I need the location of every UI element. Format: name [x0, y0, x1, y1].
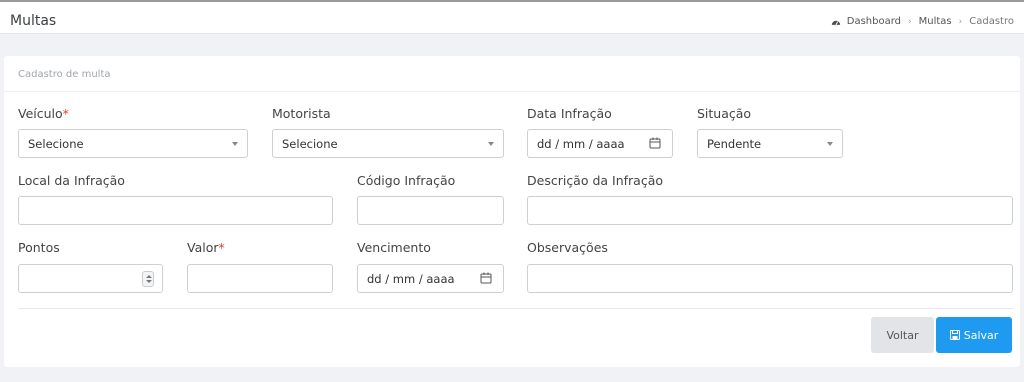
- valor-label: Valor*: [187, 240, 225, 255]
- calendar-icon[interactable]: [480, 272, 492, 284]
- page-title: Multas: [10, 13, 57, 29]
- caret-down-icon: [232, 142, 238, 146]
- descricao-infracao-input[interactable]: [527, 196, 1013, 225]
- vencimento-label: Vencimento: [357, 240, 431, 255]
- card-title: Cadastro de multa: [18, 69, 111, 80]
- breadcrumb: Dashboard › Multas › Cadastro: [831, 16, 1014, 27]
- form-card: Cadastro de multa Veículo* Selecione Mot…: [4, 56, 1020, 367]
- vencimento-placeholder: dd / mm / aaaa: [367, 272, 455, 286]
- data-infracao-input[interactable]: dd / mm / aaaa: [527, 129, 673, 158]
- vencimento-input[interactable]: dd / mm / aaaa: [357, 264, 504, 293]
- caret-down-icon: [488, 142, 494, 146]
- breadcrumb-separator: ›: [908, 16, 912, 27]
- salvar-button[interactable]: Salvar: [936, 317, 1012, 353]
- veiculo-select[interactable]: Selecione: [18, 129, 248, 158]
- breadcrumb-multas[interactable]: Multas: [919, 16, 952, 27]
- motorista-label: Motorista: [272, 106, 331, 121]
- card-header: Cadastro de multa: [4, 56, 1020, 92]
- data-infracao-placeholder: dd / mm / aaaa: [537, 137, 625, 151]
- number-spinner[interactable]: [142, 271, 154, 287]
- observacoes-label: Observações: [527, 240, 608, 255]
- caret-down-icon: [827, 142, 833, 146]
- calendar-icon[interactable]: [649, 137, 661, 149]
- motorista-select-value: Selecione: [282, 137, 338, 151]
- floppy-disk-icon: [949, 330, 960, 340]
- pontos-label: Pontos: [18, 240, 60, 255]
- local-infracao-label: Local da Infração: [18, 173, 125, 188]
- valor-input[interactable]: [187, 264, 333, 293]
- dashboard-icon: [831, 20, 840, 25]
- pontos-input[interactable]: [18, 264, 163, 293]
- observacoes-input[interactable]: [527, 264, 1013, 293]
- top-bar: Multas Dashboard › Multas › Cadastro: [0, 0, 1024, 34]
- data-infracao-label: Data Infração: [527, 106, 612, 121]
- veiculo-label: Veículo*: [18, 106, 69, 121]
- situacao-label: Situação: [697, 106, 752, 121]
- descricao-infracao-label: Descrição da Infração: [527, 173, 664, 188]
- situacao-select[interactable]: Pendente: [697, 129, 843, 158]
- breadcrumb-dashboard[interactable]: Dashboard: [847, 16, 901, 27]
- breadcrumb-cadastro: Cadastro: [969, 16, 1014, 27]
- motorista-select[interactable]: Selecione: [272, 129, 504, 158]
- codigo-infracao-input[interactable]: [357, 196, 504, 225]
- situacao-select-value: Pendente: [707, 137, 762, 151]
- veiculo-select-value: Selecione: [28, 137, 84, 151]
- voltar-button[interactable]: Voltar: [871, 317, 934, 353]
- salvar-button-label: Salvar: [963, 328, 999, 342]
- form-divider: [18, 308, 1013, 309]
- codigo-infracao-label: Código Infração: [357, 173, 456, 188]
- breadcrumb-separator: ›: [958, 16, 963, 27]
- voltar-button-label: Voltar: [886, 328, 919, 342]
- local-infracao-input[interactable]: [18, 196, 333, 225]
